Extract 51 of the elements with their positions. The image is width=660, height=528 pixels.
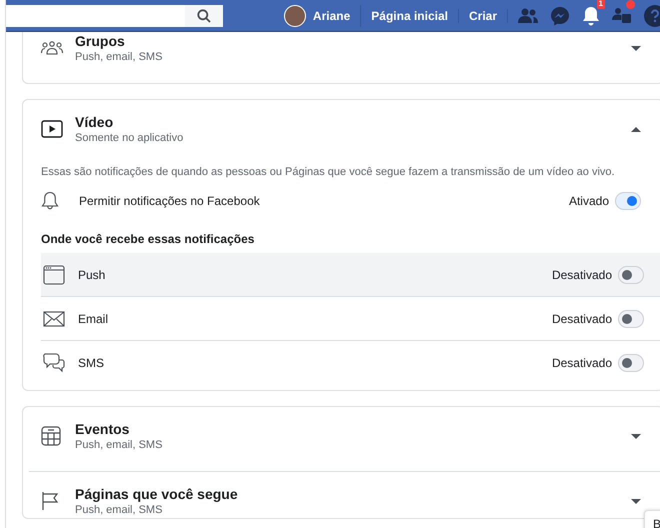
notification-badge: 1 <box>596 0 605 8</box>
envelope-icon <box>43 310 65 326</box>
flag-icon <box>41 491 59 511</box>
calendar-icon <box>41 426 61 446</box>
profile-link[interactable]: Ariane <box>312 8 350 22</box>
chat-tab[interactable]: B <box>644 510 660 528</box>
toggle-switch[interactable] <box>615 192 641 210</box>
channel-row[interactable]: Email Desativado <box>41 296 660 340</box>
toggle-switch[interactable] <box>618 266 644 284</box>
section-subtitle: Push, email, SMS <box>75 51 164 63</box>
search-icon <box>196 8 211 22</box>
expand-caret-icon[interactable] <box>631 46 641 50</box>
status-text: Ativado <box>568 194 609 208</box>
channel-label: SMS <box>78 356 104 370</box>
status-text: Desativado <box>552 312 612 326</box>
person-flag-icon[interactable] <box>612 6 632 24</box>
description-text: Essas são notificações de quando as pessoas ou Páginas que você segue fazem a transmissão de um vídeo ao vivo. <box>41 166 616 178</box>
section-subtitle: Somente no aplicativo <box>75 132 184 144</box>
group-icon <box>41 41 63 55</box>
bell-icon[interactable] <box>582 6 600 26</box>
search-button[interactable] <box>184 4 223 26</box>
status-text: Desativado <box>552 268 612 282</box>
section-title[interactable]: Páginas que você segue <box>75 486 631 502</box>
collapse-caret-icon[interactable] <box>631 126 641 132</box>
section-subtitle: Push, email, SMS <box>75 439 164 451</box>
bell-icon <box>41 191 59 211</box>
subheading: Onde você recebe essas notificações <box>41 232 256 246</box>
avatar[interactable] <box>284 4 306 26</box>
nav-link[interactable]: Página inicial <box>361 8 459 22</box>
search-field[interactable] <box>6 4 223 26</box>
setting-label: Permitir notificações no Facebook <box>79 194 260 208</box>
speech-bubbles-icon <box>43 352 65 374</box>
nav-link[interactable]: Criar <box>458 8 508 22</box>
toggle-switch[interactable] <box>618 354 644 372</box>
help-icon[interactable] <box>644 4 660 26</box>
status-text: Desativado <box>552 356 612 370</box>
section-title[interactable]: Vídeo <box>75 114 631 130</box>
section-subtitle: Push, email, SMS <box>75 504 164 516</box>
section-title[interactable]: Eventos <box>75 421 631 437</box>
channel-label: Email <box>78 312 108 326</box>
expand-caret-icon[interactable] <box>631 434 641 438</box>
section-title[interactable]: Grupos <box>75 33 631 49</box>
browser-window-icon <box>43 264 65 284</box>
people-icon[interactable] <box>518 8 538 24</box>
chat-bubble-icon[interactable] <box>550 6 570 26</box>
channel-label: Push <box>78 268 106 282</box>
channel-row[interactable]: Push Desativado <box>41 253 660 296</box>
toggle-switch[interactable] <box>618 310 644 328</box>
channel-row[interactable]: SMS Desativado <box>41 340 660 384</box>
expand-caret-icon[interactable] <box>631 498 641 504</box>
play-icon <box>41 120 63 138</box>
